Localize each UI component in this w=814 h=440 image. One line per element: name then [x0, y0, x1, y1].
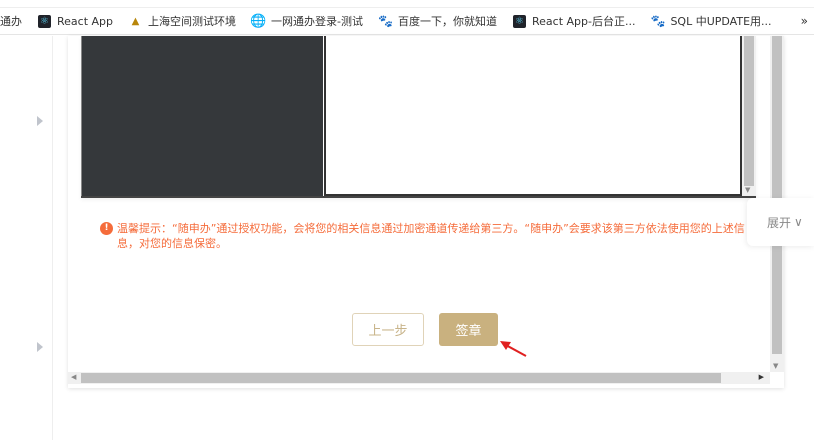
- bookmarks-more-button[interactable]: »: [801, 14, 808, 28]
- bookmark-react-admin[interactable]: ⚛ React App-后台正...: [512, 13, 635, 29]
- horizontal-scrollbar[interactable]: ◀ ▶: [68, 372, 770, 384]
- baidu-paw-icon: 🐾: [378, 14, 393, 28]
- triangle-icon: ▲: [131, 15, 140, 27]
- scroll-right-icon[interactable]: ▶: [759, 373, 764, 381]
- scroll-down-icon[interactable]: ▼: [773, 362, 778, 370]
- caret-right-icon[interactable]: [37, 342, 43, 352]
- scroll-left-icon[interactable]: ◀: [71, 373, 76, 381]
- prev-step-button[interactable]: 上一步: [352, 313, 424, 346]
- document-viewer: ▼: [81, 36, 756, 198]
- sign-panel: ▼ ! 温馨提示：“随申办”通过授权功能，会将您的相关信息通过加密通道传递给第三…: [68, 36, 784, 388]
- caret-right-icon[interactable]: [37, 116, 43, 126]
- bookmark-login-test[interactable]: 🌐 一网通办登录-测试: [250, 13, 363, 29]
- viewer-scrollbar[interactable]: ▼: [742, 36, 756, 196]
- react-icon: ⚛: [38, 14, 51, 28]
- bookmark-baidu[interactable]: 🐾 百度一下，你就知道: [378, 13, 497, 29]
- sign-button[interactable]: 签章: [439, 313, 498, 346]
- bookmark-sql-update[interactable]: 🐾 SQL 中UPDATE用...: [650, 13, 771, 29]
- bookmarks-bar: 通办 ⚛ React App ▲ 上海空间测试环境 🌐 一网通办登录-测试 🐾 百度一下…: [0, 8, 814, 35]
- bookmark-shanghai-test[interactable]: ▲ 上海空间测试环境: [129, 13, 236, 29]
- red-arrow-icon: [500, 341, 527, 357]
- warm-tip: ! 温馨提示：“随申办”通过授权功能，会将您的相关信息通过加密通道传递给第三方。…: [100, 221, 750, 251]
- bookmark-react-app[interactable]: ⚛ React App: [38, 14, 113, 28]
- baidu-paw-icon: 🐾: [650, 14, 666, 28]
- warning-icon: !: [100, 222, 113, 235]
- react-icon: ⚛: [512, 14, 526, 28]
- browser-toolbar: [0, 0, 814, 8]
- globe-icon: 🌐: [250, 13, 267, 29]
- scroll-down-icon[interactable]: ▼: [745, 186, 750, 194]
- sidebar: [0, 36, 53, 440]
- chevron-down-icon: ∨: [794, 215, 803, 229]
- document-preview-dark: [81, 36, 323, 196]
- bookmark-tongban[interactable]: 通办: [0, 13, 22, 29]
- expand-button[interactable]: 展开 ∨: [747, 198, 814, 246]
- document-page: [324, 36, 742, 196]
